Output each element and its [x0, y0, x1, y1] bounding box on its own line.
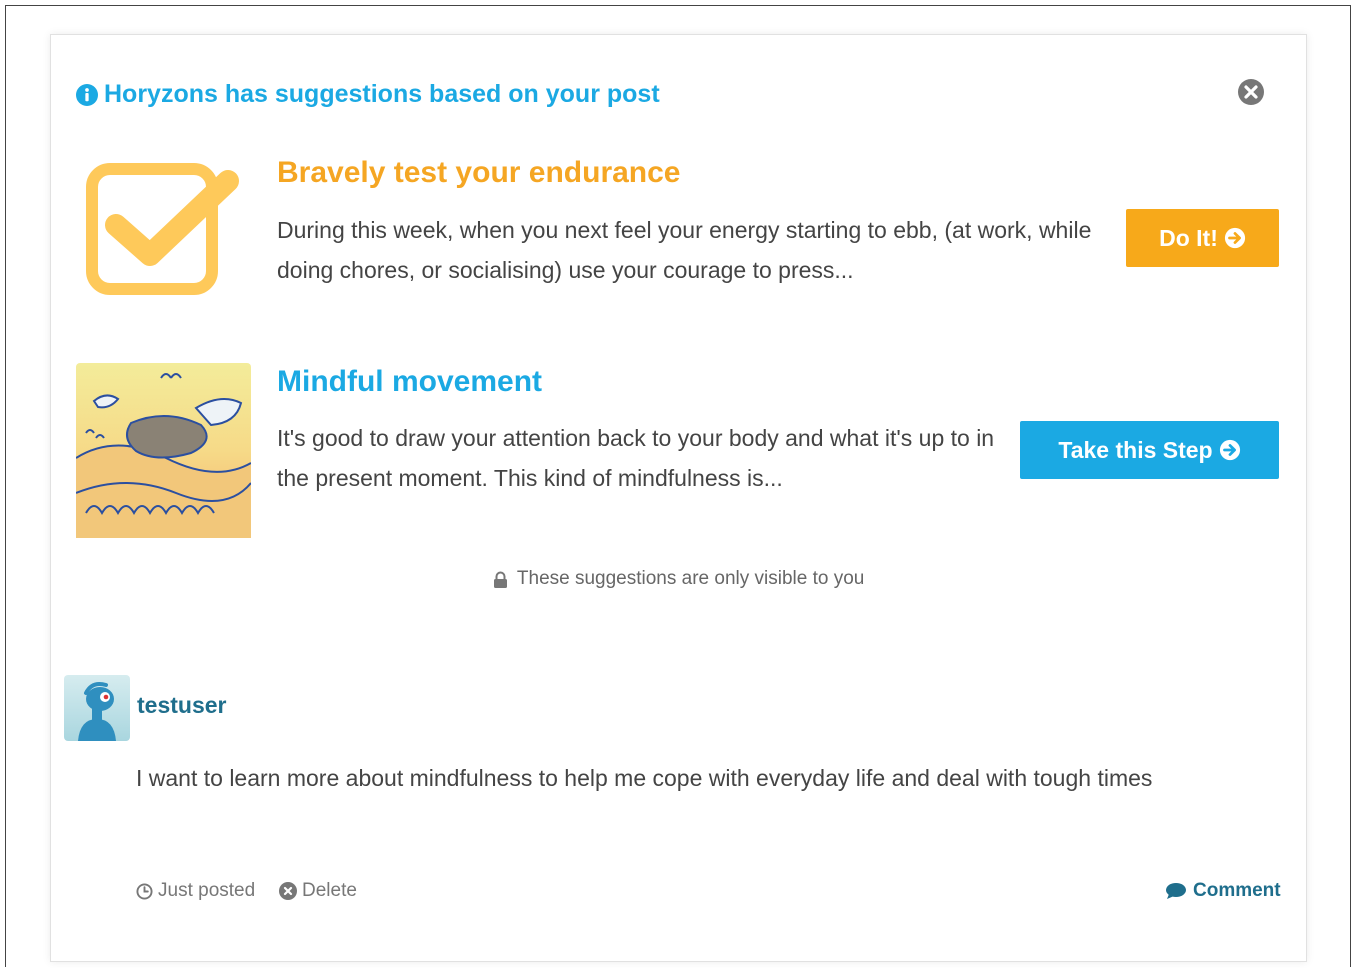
take-this-step-button-label: Take this Step	[1058, 436, 1213, 463]
lock-icon	[493, 571, 507, 588]
do-it-button-label: Do It!	[1159, 224, 1218, 251]
take-this-step-button[interactable]: Take this Step	[1020, 421, 1279, 479]
do-it-button[interactable]: Do It!	[1126, 209, 1279, 267]
clock-icon	[136, 882, 153, 900]
visibility-note: These suggestions are only visible to yo…	[0, 568, 1357, 590]
suggestion-description-mindful-movement: It's good to draw your attention back to…	[277, 425, 995, 491]
suggestion-title-endurance[interactable]: Bravely test your endurance	[277, 156, 681, 190]
post-timestamp: Just posted	[136, 880, 255, 902]
checkbox-icon	[86, 163, 239, 295]
close-icon[interactable]	[1237, 78, 1265, 106]
delete-button[interactable]: Delete	[279, 880, 357, 902]
suggestion-title-mindful-movement[interactable]: Mindful movement	[277, 365, 542, 399]
post-body: I want to learn more about mindfulness t…	[136, 765, 1153, 791]
suggestions-header: Horyzons has suggestions based on your p…	[76, 80, 660, 109]
post-timestamp-text: Just posted	[158, 880, 256, 901]
comment-bubble-icon	[1166, 883, 1186, 899]
comment-button[interactable]: Comment	[1165, 880, 1281, 902]
delete-button-label: Delete	[302, 880, 357, 901]
visibility-note-text: These suggestions are only visible to yo…	[516, 568, 865, 589]
suggestion-description-endurance: During this week, when you next feel you…	[277, 217, 1092, 283]
mindful-movement-illustration	[76, 363, 251, 538]
delete-circle-x-icon	[279, 882, 297, 900]
info-icon	[76, 83, 98, 106]
arrow-right-circle-icon	[1224, 227, 1245, 249]
suggestions-header-text: Horyzons has suggestions based on your p…	[104, 80, 660, 108]
arrow-right-circle-icon	[1219, 439, 1240, 461]
post-username[interactable]: testuser	[137, 692, 226, 719]
avatar[interactable]	[64, 675, 130, 741]
comment-button-label: Comment	[1193, 880, 1281, 901]
